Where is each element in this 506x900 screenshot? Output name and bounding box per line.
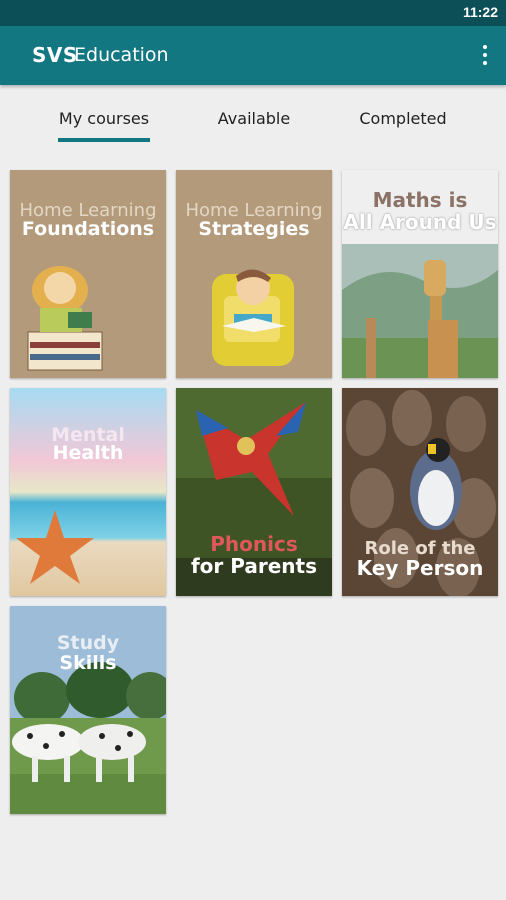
course-title-line2: Foundations xyxy=(21,218,155,240)
course-title-line1: Maths is xyxy=(372,188,468,212)
course-title-line1: Study xyxy=(56,632,120,654)
tab-label: My courses xyxy=(58,109,150,128)
tab-label: Available xyxy=(217,109,291,128)
course-title-line2: Skills xyxy=(59,652,117,674)
course-card-home-learning-foundations[interactable]: Home Learning Foundations xyxy=(10,170,166,378)
course-title-line2: Key Person xyxy=(356,556,484,580)
course-card-home-learning-strategies[interactable]: Home Learning Strategies xyxy=(176,170,332,378)
app-title: Education xyxy=(74,44,169,66)
course-title-line2: for Parents xyxy=(190,554,317,578)
tab-available[interactable]: Available xyxy=(198,109,310,128)
course-title-line1: Phonics xyxy=(210,532,298,556)
course-card-study-skills[interactable]: Study Skills xyxy=(10,606,166,814)
tab-completed[interactable]: Completed xyxy=(346,109,460,128)
course-title-line2: All Around Us xyxy=(343,210,497,234)
tab-bar: My courses Available Completed xyxy=(0,85,506,149)
tab-my-courses[interactable]: My courses xyxy=(48,109,160,128)
course-card-maths-all-around-us[interactable]: Maths is All Around Us xyxy=(342,170,498,378)
course-card-mental-health[interactable]: Mental Health xyxy=(10,388,166,596)
course-card-role-of-key-person[interactable]: Role of the Key Person xyxy=(342,388,498,596)
status-time: 11:22 xyxy=(462,4,498,20)
course-thumbnail xyxy=(10,388,166,596)
tab-label: Completed xyxy=(359,109,447,128)
more-vert-icon[interactable] xyxy=(478,42,492,68)
course-title-line2: Health xyxy=(52,442,124,464)
app-brand: SVS xyxy=(32,43,78,67)
app-bar: SVS Education xyxy=(0,26,506,85)
course-card-phonics-for-parents[interactable]: Phonics for Parents xyxy=(176,388,332,596)
course-title-line2: Strategies xyxy=(198,218,310,240)
tab-active-indicator xyxy=(58,138,150,142)
status-bar: 11:22 xyxy=(0,0,506,26)
